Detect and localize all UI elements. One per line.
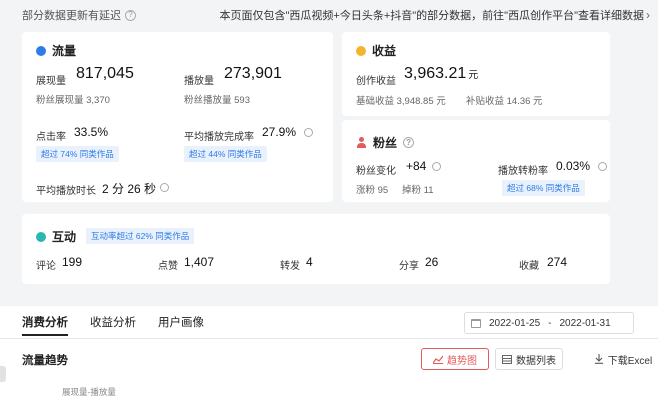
comments-label: 评论	[36, 261, 56, 272]
chevron-right-icon[interactable]: ›	[646, 8, 650, 22]
table-icon	[502, 354, 512, 364]
date-start[interactable]: 2022-01-25	[489, 318, 540, 329]
data-table-button[interactable]: 数据列表	[495, 348, 563, 370]
fans-title-text: 粉丝	[373, 136, 398, 150]
plays-value: 273,901	[224, 65, 282, 82]
ctr-label: 点击率	[36, 132, 66, 143]
calendar-icon	[471, 318, 481, 328]
subsidy-income: 补贴收益 14.36 元	[466, 96, 543, 107]
income-icon	[356, 45, 366, 56]
fans-lost: 掉粉 11	[402, 185, 434, 196]
date-range-picker[interactable]: 2022-01-25 - 2022-01-31	[464, 312, 634, 334]
favorites-label: 收藏	[519, 261, 539, 272]
help-icon[interactable]: ?	[403, 137, 415, 148]
creation-income-label: 创作收益	[356, 76, 396, 87]
fan-impressions: 粉丝展现量 3,370	[36, 95, 110, 106]
data-table-label[interactable]: 数据列表	[516, 352, 556, 367]
fans-gained: 涨粉 95	[356, 185, 389, 196]
fan-plays: 粉丝播放量 593	[184, 95, 250, 106]
download-icon	[594, 354, 603, 364]
impressions-label: 展现量	[36, 76, 66, 87]
platform-note-text[interactable]: 本页面仅包含"西瓜视频+今日头条+抖音"的部分数据，前往"西瓜创作平台"查看详细…	[220, 7, 644, 23]
info-icon[interactable]	[160, 183, 169, 192]
avg-duration-label: 平均播放时长	[36, 186, 96, 197]
download-excel-button[interactable]: 下载Excel	[590, 348, 656, 370]
reposts-label: 转发	[280, 261, 300, 272]
fans-change-label: 粉丝变化	[356, 166, 396, 177]
side-handle[interactable]	[0, 366, 6, 382]
income-title-text: 收益	[372, 44, 397, 58]
completion-badge: 超过 44% 同类作品	[184, 146, 267, 162]
info-icon[interactable]	[304, 128, 313, 137]
reposts-value: 4	[306, 255, 313, 269]
tabs-divider	[0, 338, 658, 339]
active-tab-indicator	[22, 334, 68, 336]
flow-title: 流量	[36, 42, 76, 59]
date-end[interactable]: 2022-01-31	[560, 318, 611, 329]
interaction-badge: 互动率超过 62% 同类作品	[86, 228, 195, 244]
fans-card: 粉丝 ? 粉丝变化 +84 涨粉 95 掉粉 11 播放转粉率 0.03% 超过…	[342, 120, 610, 202]
income-card: 收益 创作收益 3,963.21 元 基础收益 3,948.85 元 补贴收益 1…	[342, 32, 610, 116]
income-title: 收益	[356, 42, 396, 59]
help-icon[interactable]: ?	[125, 9, 136, 21]
conversion-label: 播放转粉率	[498, 166, 548, 177]
tab-user-profile[interactable]: 用户画像	[158, 314, 204, 330]
comments-value: 199	[62, 255, 83, 269]
ctr-value: 33.5%	[74, 125, 109, 139]
delay-note-text: 部分数据更新有延迟	[22, 10, 121, 22]
interaction-icon	[36, 231, 46, 242]
completion-value: 27.9%	[262, 125, 297, 139]
date-separator: -	[548, 317, 552, 329]
plays-label: 播放量	[184, 76, 214, 87]
conversion-value: 0.03%	[556, 159, 591, 173]
creation-income-value: 3,963.21	[404, 65, 467, 82]
likes-value: 1,407	[184, 255, 215, 269]
ctr-badge: 超过 74% 同类作品	[36, 146, 119, 162]
shares-label: 分享	[399, 261, 419, 272]
likes-label: 点赞	[158, 261, 178, 272]
analysis-panel: 消费分析 收益分析 用户画像 2022-01-25 - 2022-01-31 流…	[0, 306, 658, 400]
completion-label: 平均播放完成率	[184, 132, 254, 143]
info-icon[interactable]	[432, 162, 441, 171]
flow-card: 流量 展现量 817,045 粉丝展现量 3,370 播放量 273,901 粉…	[22, 32, 333, 202]
tab-consumption[interactable]: 消费分析	[22, 314, 68, 330]
platform-note[interactable]: 本页面仅包含"西瓜视频+今日头条+抖音"的部分数据，前往"西瓜创作平台"查看详细…	[220, 7, 650, 23]
shares-value: 26	[425, 255, 439, 269]
download-excel-label[interactable]: 下载Excel	[608, 352, 652, 367]
creation-income-value-group: 3,963.21 元	[404, 65, 478, 83]
person-icon	[356, 137, 367, 148]
top-bar: 部分数据更新有延迟 ? 本页面仅包含"西瓜视频+今日头条+抖音"的部分数据，前往…	[0, 0, 658, 30]
fans-change-value: +84	[406, 159, 427, 173]
avg-duration-value: 2 分 26 秒	[102, 182, 157, 196]
favorites-value: 274	[547, 255, 568, 269]
flow-trend-title: 流量趋势	[22, 355, 68, 367]
trend-chart-button[interactable]: 趋势图	[421, 348, 489, 370]
tab-income[interactable]: 收益分析	[90, 314, 136, 330]
interaction-title: 互动	[36, 228, 76, 245]
info-icon[interactable]	[598, 162, 607, 171]
creation-income-unit: 元	[468, 70, 479, 81]
base-income: 基础收益 3,948.85 元	[356, 96, 446, 107]
impressions-value: 817,045	[76, 65, 134, 82]
interaction-card: 互动 互动率超过 62% 同类作品 评论 199 点赞 1,407 转发 4 分…	[22, 214, 610, 284]
flow-title-text: 流量	[52, 44, 77, 58]
chart-legend-hint: 展现量-播放量	[62, 387, 116, 397]
conversion-badge: 超过 68% 同类作品	[502, 180, 585, 196]
flow-icon	[36, 45, 46, 56]
trend-chart-icon	[433, 355, 443, 364]
delay-note: 部分数据更新有延迟 ?	[22, 7, 136, 23]
interaction-title-text: 互动	[52, 230, 77, 244]
trend-chart-label[interactable]: 趋势图	[447, 352, 477, 367]
fans-title: 粉丝 ?	[356, 134, 415, 151]
